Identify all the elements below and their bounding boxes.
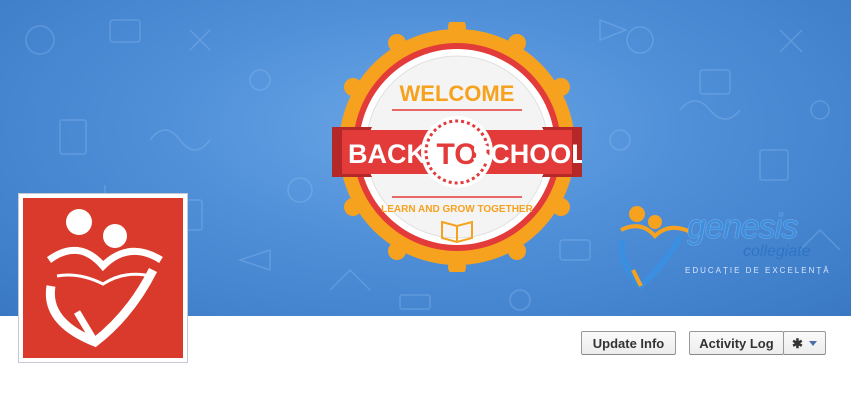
settings-dropdown-button[interactable]: ✱ xyxy=(783,331,826,355)
brand-tagline: EDUCAȚIE DE EXCELENȚĂ xyxy=(685,266,831,275)
brand-name: genesis xyxy=(687,208,798,246)
badge-tagline-text: LEARN AND GROW TOGETHER xyxy=(381,204,533,215)
update-info-button[interactable]: Update Info xyxy=(581,331,676,355)
activity-log-button[interactable]: Activity Log xyxy=(689,331,784,355)
chevron-down-icon xyxy=(808,340,817,346)
back-to-school-badge: WELCOME BACK TO SCHOOL LEARN AND GROW TO… xyxy=(332,22,582,272)
profile-picture-frame[interactable] xyxy=(18,193,188,363)
gear-icon: ✱ xyxy=(792,335,803,351)
genesis-heart-logo-icon xyxy=(45,209,163,348)
brand-subname: collegiate xyxy=(743,243,811,260)
badge-school-text: SCHOOL xyxy=(472,139,582,169)
genesis-collegiate-logo: genesis collegiate EDUCAȚIE DE EXCELENȚĂ xyxy=(615,200,835,295)
profile-picture[interactable] xyxy=(23,198,183,358)
badge-back-text: BACK xyxy=(348,139,426,169)
badge-welcome-text: WELCOME xyxy=(400,81,515,106)
genesis-heart-logo-icon xyxy=(618,206,692,291)
